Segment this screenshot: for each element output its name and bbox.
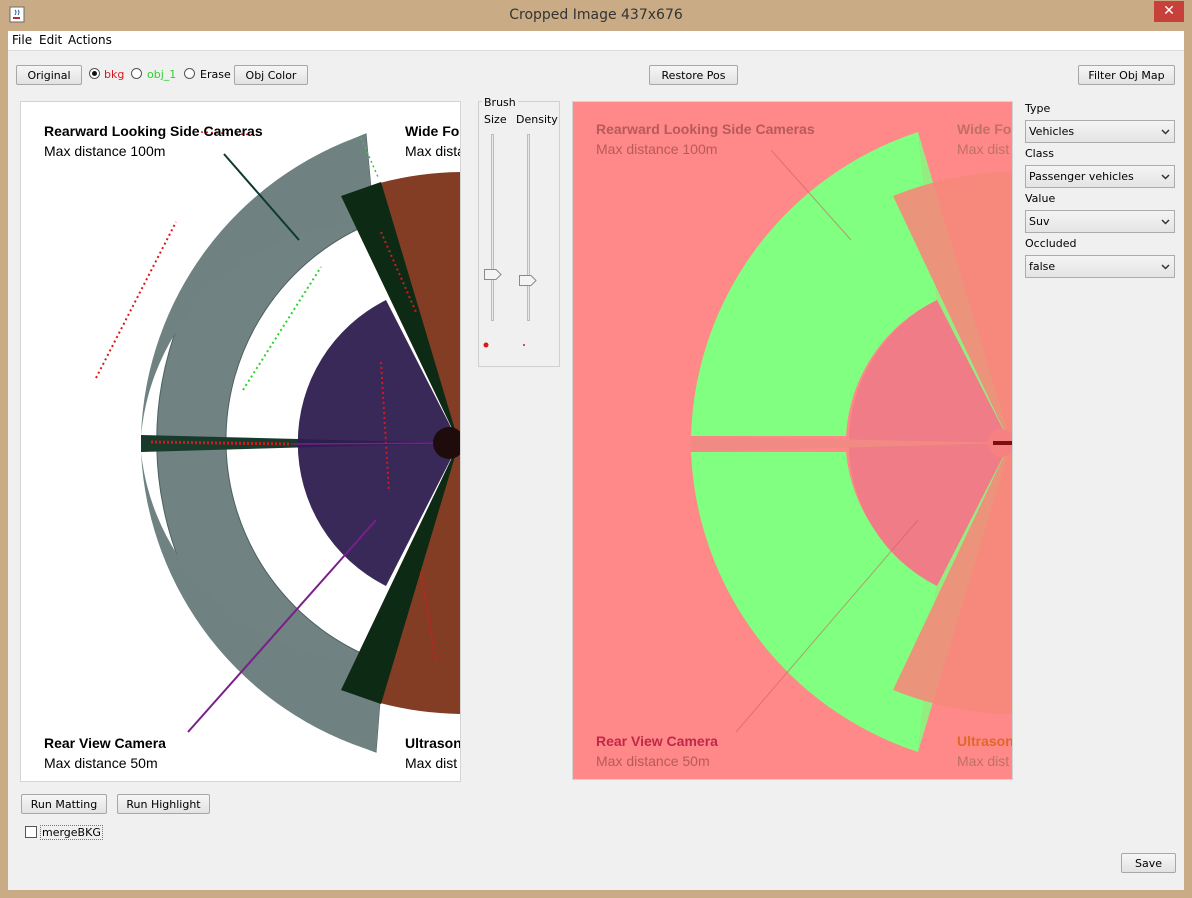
left-bottom-right-title: Ultrason bbox=[405, 735, 461, 751]
menu-bar: File Edit Actions bbox=[8, 31, 1184, 51]
chevron-down-icon bbox=[1161, 174, 1170, 180]
menu-actions[interactable]: Actions bbox=[68, 33, 112, 47]
left-top-left-sub: Max distance 100m bbox=[44, 143, 165, 159]
radio-bkg-label: bkg bbox=[104, 68, 125, 81]
run-highlight-button[interactable]: Run Highlight bbox=[117, 794, 210, 814]
radio-bkg[interactable] bbox=[89, 68, 100, 79]
right-top-right-sub: Max dist bbox=[957, 141, 1009, 157]
radio-erase[interactable] bbox=[184, 68, 195, 79]
menu-file[interactable]: File bbox=[12, 33, 32, 47]
original-image-panel[interactable]: Rearward Looking Side Cameras Max distan… bbox=[20, 101, 461, 782]
left-bottom-left-sub: Max distance 50m bbox=[44, 755, 158, 771]
brush-size-slider[interactable] bbox=[491, 134, 494, 321]
right-bottom-right-title: Ultrason bbox=[957, 733, 1013, 749]
right-bottom-left-title: Rear View Camera bbox=[596, 733, 718, 749]
right-bottom-right-sub: Max dist bbox=[957, 753, 1009, 769]
obj-color-button[interactable]: Obj Color bbox=[234, 65, 308, 85]
brush-density-label: Density bbox=[516, 113, 558, 126]
original-button[interactable]: Original bbox=[16, 65, 82, 85]
app-window: Cropped Image 437x676 ✕ File Edit Action… bbox=[0, 0, 1192, 898]
radio-obj1-label: obj_1 bbox=[147, 68, 177, 81]
class-select[interactable]: Passenger vehicles bbox=[1025, 165, 1175, 188]
original-image[interactable]: Rearward Looking Side Cameras Max distan… bbox=[21, 102, 461, 782]
object-map-panel[interactable]: Rearward Looking Side Cameras Max distan… bbox=[572, 101, 1013, 780]
brush-density-preview-icon bbox=[523, 344, 525, 346]
menu-edit[interactable]: Edit bbox=[39, 33, 62, 47]
class-label: Class bbox=[1025, 147, 1054, 160]
left-top-left-title: Rearward Looking Side Cameras bbox=[44, 123, 263, 139]
right-top-right-title: Wide Fo bbox=[957, 121, 1011, 137]
window-title: Cropped Image 437x676 bbox=[509, 7, 683, 23]
object-map-image[interactable]: Rearward Looking Side Cameras Max distan… bbox=[573, 102, 1013, 780]
merge-bkg-checkbox[interactable] bbox=[25, 826, 37, 838]
client-area: File Edit Actions Original bkg obj_1 Era… bbox=[8, 31, 1184, 890]
occluded-label: Occluded bbox=[1025, 237, 1077, 250]
close-icon[interactable]: ✕ bbox=[1154, 1, 1184, 22]
occluded-select[interactable]: false bbox=[1025, 255, 1175, 278]
radio-erase-label: Erase bbox=[200, 68, 231, 81]
restore-pos-button[interactable]: Restore Pos bbox=[649, 65, 738, 85]
brush-size-thumb[interactable] bbox=[484, 269, 502, 281]
chevron-down-icon bbox=[1161, 219, 1170, 225]
type-label: Type bbox=[1025, 102, 1051, 115]
value-label: Value bbox=[1025, 192, 1056, 205]
brush-size-preview-icon bbox=[483, 342, 489, 348]
brush-density-thumb[interactable] bbox=[519, 274, 537, 286]
left-bottom-right-sub: Max dist bbox=[405, 755, 457, 771]
merge-bkg-label: mergeBKG bbox=[40, 825, 103, 840]
value-select[interactable]: Suv bbox=[1025, 210, 1175, 233]
right-top-left-title: Rearward Looking Side Cameras bbox=[596, 121, 815, 137]
left-top-right-title: Wide Fo bbox=[405, 123, 459, 139]
radio-obj1[interactable] bbox=[131, 68, 142, 79]
value-select-value: Suv bbox=[1029, 215, 1050, 228]
chevron-down-icon bbox=[1161, 264, 1170, 270]
chevron-down-icon bbox=[1161, 129, 1170, 135]
save-button[interactable]: Save bbox=[1121, 853, 1176, 873]
left-bottom-left-title: Rear View Camera bbox=[44, 735, 166, 751]
brush-title: Brush bbox=[482, 96, 518, 109]
run-matting-button[interactable]: Run Matting bbox=[21, 794, 107, 814]
filter-obj-map-button[interactable]: Filter Obj Map bbox=[1078, 65, 1175, 85]
left-top-right-sub: Max dista bbox=[405, 143, 461, 159]
brush-density-slider[interactable] bbox=[527, 134, 530, 321]
title-bar[interactable]: Cropped Image 437x676 ✕ bbox=[0, 0, 1192, 30]
brush-size-label: Size bbox=[484, 113, 507, 126]
right-top-left-sub: Max distance 100m bbox=[596, 141, 717, 157]
occluded-select-value: false bbox=[1029, 260, 1056, 273]
type-select[interactable]: Vehicles bbox=[1025, 120, 1175, 143]
type-select-value: Vehicles bbox=[1029, 125, 1075, 138]
right-bottom-left-sub: Max distance 50m bbox=[596, 753, 710, 769]
class-select-value: Passenger vehicles bbox=[1029, 170, 1134, 183]
